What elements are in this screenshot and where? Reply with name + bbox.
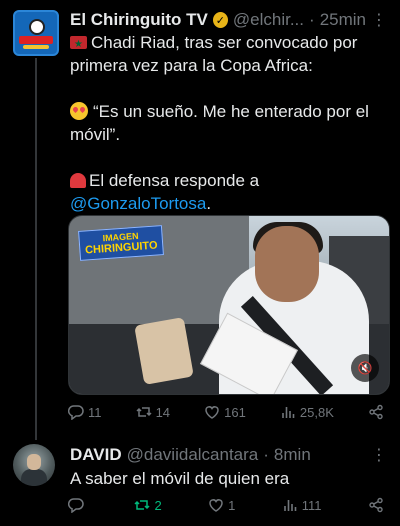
siren-emoji-icon <box>70 173 86 188</box>
like-count: 1 <box>228 497 236 513</box>
time-separator: · <box>263 445 269 464</box>
reply-author-handle[interactable]: @daviidalcantara <box>127 445 259 465</box>
like-count: 161 <box>224 404 246 420</box>
mention-link[interactable]: @GonzaloTortosa <box>70 194 206 213</box>
share-icon <box>369 497 383 513</box>
reply-header: DAVID @daviidalcantara · 8min ⋮ <box>70 444 388 466</box>
repost-icon <box>136 407 152 417</box>
logo-ball <box>29 19 45 35</box>
avatar-body <box>21 469 47 486</box>
reply-actions: 2 1 111 <box>68 497 384 513</box>
tweet-line: El defensa responde a <box>70 169 392 192</box>
watermark-line2: CHIRINGUITO <box>84 239 158 257</box>
tweet-line: móvil”. <box>70 125 121 144</box>
time-separator: · <box>309 10 315 29</box>
video-paper <box>134 317 194 385</box>
repost-button[interactable]: 2 <box>134 497 162 513</box>
tweet-line: primera vez para la Copa Africa: <box>70 56 313 75</box>
reply-button[interactable]: 11 <box>68 404 102 420</box>
tweet-video[interactable]: IMAGEN CHIRINGUITO 🔇 <box>68 215 390 395</box>
share-icon <box>369 404 383 420</box>
reply-count: 11 <box>88 404 102 420</box>
heart-icon <box>209 499 223 512</box>
avatar-face <box>27 454 41 470</box>
views-button[interactable]: 111 <box>282 497 322 513</box>
views-count: 25,8K <box>299 404 334 420</box>
tweet-actions: 11 14 161 25,8K <box>68 404 384 420</box>
tweet-line: @GonzaloTortosa. <box>70 192 392 215</box>
tweet-line: Chadi Riad, tras ser convocado por <box>70 31 392 56</box>
media-watermark: IMAGEN CHIRINGUITO <box>78 225 164 261</box>
tweet-line-text: Chadi Riad, tras ser convocado por <box>91 33 358 52</box>
reply-icon <box>68 405 84 420</box>
reply-author-avatar[interactable] <box>13 444 55 486</box>
tweet-line-text: “Es un sueño. Me he enterado por el <box>93 102 369 121</box>
speaker-muted-icon[interactable]: 🔇 <box>351 354 379 382</box>
video-head <box>255 226 319 302</box>
morocco-flag-icon <box>70 33 87 56</box>
share-button[interactable] <box>368 404 384 420</box>
reply-body: A saber el móvil de quien era <box>70 469 290 488</box>
logo-band <box>19 36 53 44</box>
reply-icon <box>68 498 84 513</box>
tweet-line-text: . <box>206 194 212 213</box>
more-options-icon[interactable]: ⋮ <box>371 445 388 465</box>
views-chart-icon <box>283 500 297 511</box>
tweet-time[interactable]: 25min <box>320 10 366 30</box>
heart-eyes-emoji-icon <box>70 102 88 120</box>
tweet-line-text: El defensa responde a <box>89 171 260 190</box>
verified-badge-icon: ✓ <box>212 12 228 28</box>
reply-author-name[interactable]: DAVID <box>70 445 122 465</box>
like-button[interactable]: 1 <box>208 497 235 513</box>
repost-button[interactable]: 14 <box>136 404 170 420</box>
author-name[interactable]: El Chiringuito TV <box>70 10 208 30</box>
views-button[interactable]: 25,8K <box>280 404 334 420</box>
tweet-body: Chadi Riad, tras ser convocado por prime… <box>70 31 392 215</box>
views-chart-icon <box>282 407 295 418</box>
share-button[interactable] <box>368 497 384 513</box>
author-handle[interactable]: @elchir... <box>233 10 304 30</box>
tweet-header: El Chiringuito TV ✓ @elchir... · 25min ⋮ <box>70 9 388 31</box>
author-avatar[interactable] <box>13 10 59 56</box>
heart-icon <box>205 406 219 419</box>
repost-count: 2 <box>154 497 162 513</box>
views-count: 111 <box>301 497 322 513</box>
repost-icon <box>134 500 150 510</box>
reply-time[interactable]: 8min <box>274 445 311 465</box>
like-button[interactable]: 161 <box>204 404 246 420</box>
thread-connector-line <box>35 58 37 440</box>
repost-count: 14 <box>155 404 171 420</box>
more-options-icon[interactable]: ⋮ <box>371 10 388 30</box>
tweet-line: “Es un sueño. Me he enterado por el <box>70 100 392 123</box>
logo-band-accent <box>23 45 49 49</box>
reply-button[interactable] <box>68 497 88 513</box>
